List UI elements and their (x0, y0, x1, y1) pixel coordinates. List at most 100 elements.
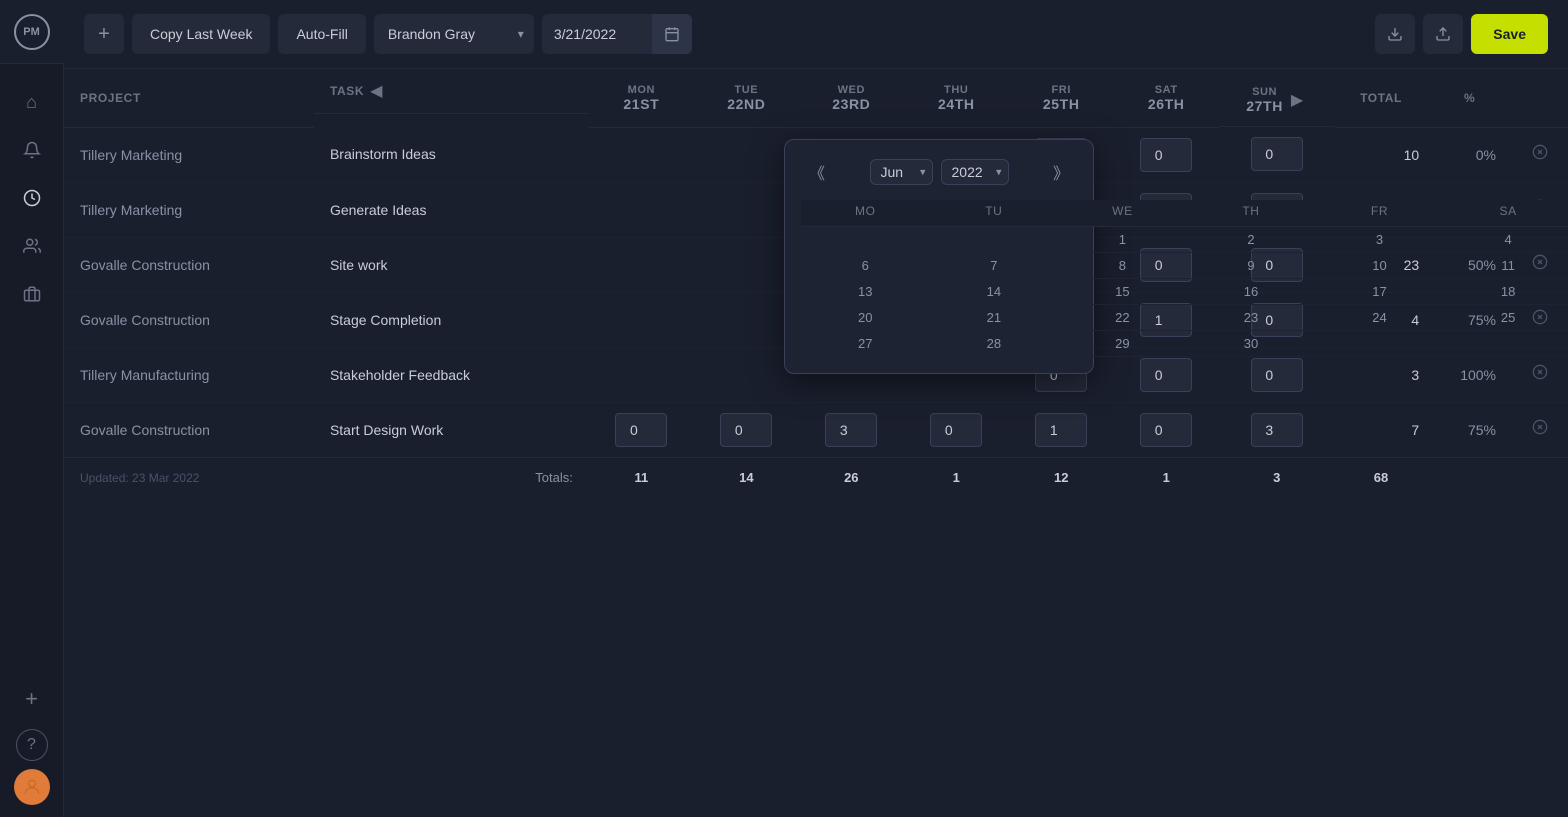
calendar-day[interactable]: 10 (1315, 253, 1444, 279)
day-input[interactable] (825, 413, 877, 447)
project-cell: Govalle Construction (64, 402, 314, 457)
remove-row-button[interactable] (1528, 360, 1552, 389)
total-mon: 11 (589, 457, 694, 497)
calendar-day[interactable]: 2 (1187, 227, 1316, 253)
sidebar-nav: ⌂ (10, 72, 54, 677)
calendar-day[interactable]: 16 (1187, 279, 1316, 305)
calendar-week-row: 20212223242526 (801, 305, 1568, 331)
calendar-week-row: 12345 (801, 227, 1568, 253)
updated-text: Updated: 23 Mar 2022 (64, 457, 314, 497)
calendar-day[interactable]: 28 (930, 331, 1059, 357)
cal-day-th: Th (1187, 200, 1316, 227)
toolbar: + Copy Last Week Auto-Fill Brandon Gray … (64, 0, 1568, 69)
calendar-day[interactable]: 17 (1315, 279, 1444, 305)
calendar-day[interactable]: 11 (1444, 253, 1568, 279)
total-wed: 26 (799, 457, 904, 497)
year-select[interactable]: 20202021202220232024 (941, 159, 1009, 185)
cal-prev-button[interactable]: 《 (801, 156, 833, 188)
table-row: Govalle ConstructionStart Design Work775… (64, 402, 1568, 457)
next-week-button[interactable]: ▶ (1287, 90, 1307, 110)
app-logo: PM (0, 0, 64, 64)
day-input[interactable] (1251, 358, 1303, 392)
task-cell: Generate Ideas (314, 182, 589, 237)
month-select[interactable]: JanFebMarAprMay JunJulAugSep OctNovDec (870, 159, 933, 185)
remove-row-button[interactable] (1528, 415, 1552, 444)
download-icon (1387, 26, 1403, 42)
calendar-grid: Mo Tu We Th Fr Sa Su 1234567891011121314… (801, 200, 1568, 357)
date-input[interactable] (542, 14, 652, 54)
calendar-week-row: 13141516171819 (801, 279, 1568, 305)
remove-cell (1512, 127, 1568, 182)
calendar-day[interactable]: 24 (1315, 305, 1444, 331)
calendar-day[interactable]: 29 (1058, 331, 1187, 357)
day-input[interactable] (930, 413, 982, 447)
calendar-day[interactable]: 8 (1058, 253, 1187, 279)
day-cell (799, 402, 904, 457)
calendar-day[interactable]: 14 (930, 279, 1059, 305)
mon-col-header: Mon 21st (589, 69, 694, 127)
day-input[interactable] (1251, 137, 1303, 171)
logo-circle: PM (14, 14, 50, 50)
calendar-day[interactable]: 27 (801, 331, 930, 357)
calendar-day[interactable]: 1 (1058, 227, 1187, 253)
sidebar-item-add[interactable]: + (10, 677, 54, 721)
prev-week-button[interactable]: ◀ (368, 81, 384, 101)
calendar-day[interactable]: 13 (801, 279, 930, 305)
day-input[interactable] (1251, 413, 1303, 447)
cal-next-button[interactable]: 》 (1045, 156, 1077, 188)
user-avatar[interactable] (14, 769, 50, 805)
download-button[interactable] (1375, 14, 1415, 54)
actions-col-header (1512, 69, 1568, 127)
calendar-day[interactable]: 15 (1058, 279, 1187, 305)
thu-col-header: Thu 24th (904, 69, 1009, 127)
add-entry-button[interactable]: + (84, 14, 124, 54)
day-cell (589, 127, 694, 182)
remove-row-button[interactable] (1528, 140, 1552, 169)
calendar-day[interactable]: 6 (801, 253, 930, 279)
calendar-day[interactable]: 18 (1444, 279, 1568, 305)
upload-button[interactable] (1423, 14, 1463, 54)
calendar-day[interactable]: 25 (1444, 305, 1568, 331)
tue-col-header: Tue 22nd (694, 69, 799, 127)
day-cell (1219, 402, 1335, 457)
calendar-day[interactable]: 21 (930, 305, 1059, 331)
copy-last-week-button[interactable]: Copy Last Week (132, 14, 270, 54)
day-input[interactable] (1140, 358, 1192, 392)
sidebar-item-projects[interactable] (10, 272, 54, 316)
day-input[interactable] (1140, 138, 1192, 172)
task-cell: Site work (314, 237, 589, 292)
auto-fill-button[interactable]: Auto-Fill (278, 14, 365, 54)
save-button[interactable]: Save (1471, 14, 1548, 54)
calendar-day[interactable]: 20 (801, 305, 930, 331)
user-select[interactable]: Brandon Gray (374, 14, 534, 54)
pct-cell: 0% (1427, 127, 1512, 182)
cal-day-tu: Tu (930, 200, 1059, 227)
calendar-day[interactable]: 30 (1187, 331, 1316, 357)
user-select-wrapper: Brandon Gray ▾ (374, 14, 534, 54)
calendar-day[interactable]: 22 (1058, 305, 1187, 331)
project-cell: Govalle Construction (64, 237, 314, 292)
calendar-icon (664, 26, 680, 42)
calendar-day[interactable]: 7 (930, 253, 1059, 279)
day-input[interactable] (1140, 413, 1192, 447)
total-sun: 3 (1219, 457, 1335, 497)
calendar-day[interactable]: 23 (1187, 305, 1316, 331)
calendar-toggle-button[interactable] (652, 14, 692, 54)
calendar-day[interactable]: 9 (1187, 253, 1316, 279)
sidebar-item-home[interactable]: ⌂ (10, 80, 54, 124)
sidebar-item-people[interactable] (10, 224, 54, 268)
sidebar-item-help[interactable]: ? (16, 729, 48, 761)
calendar-day (1444, 331, 1568, 357)
sidebar-item-notifications[interactable] (10, 128, 54, 172)
day-input[interactable] (615, 413, 667, 447)
sidebar-item-time[interactable] (10, 176, 54, 220)
total-fri: 12 (1009, 457, 1114, 497)
totals-label: Totals: (314, 457, 589, 497)
fri-col-header: Fri 25th (1009, 69, 1114, 127)
calendar-day (1315, 331, 1444, 357)
calendar-day[interactable]: 4 (1444, 227, 1568, 253)
calendar-day[interactable]: 3 (1315, 227, 1444, 253)
day-input[interactable] (720, 413, 772, 447)
cal-day-we: We (1058, 200, 1187, 227)
day-input[interactable] (1035, 413, 1087, 447)
